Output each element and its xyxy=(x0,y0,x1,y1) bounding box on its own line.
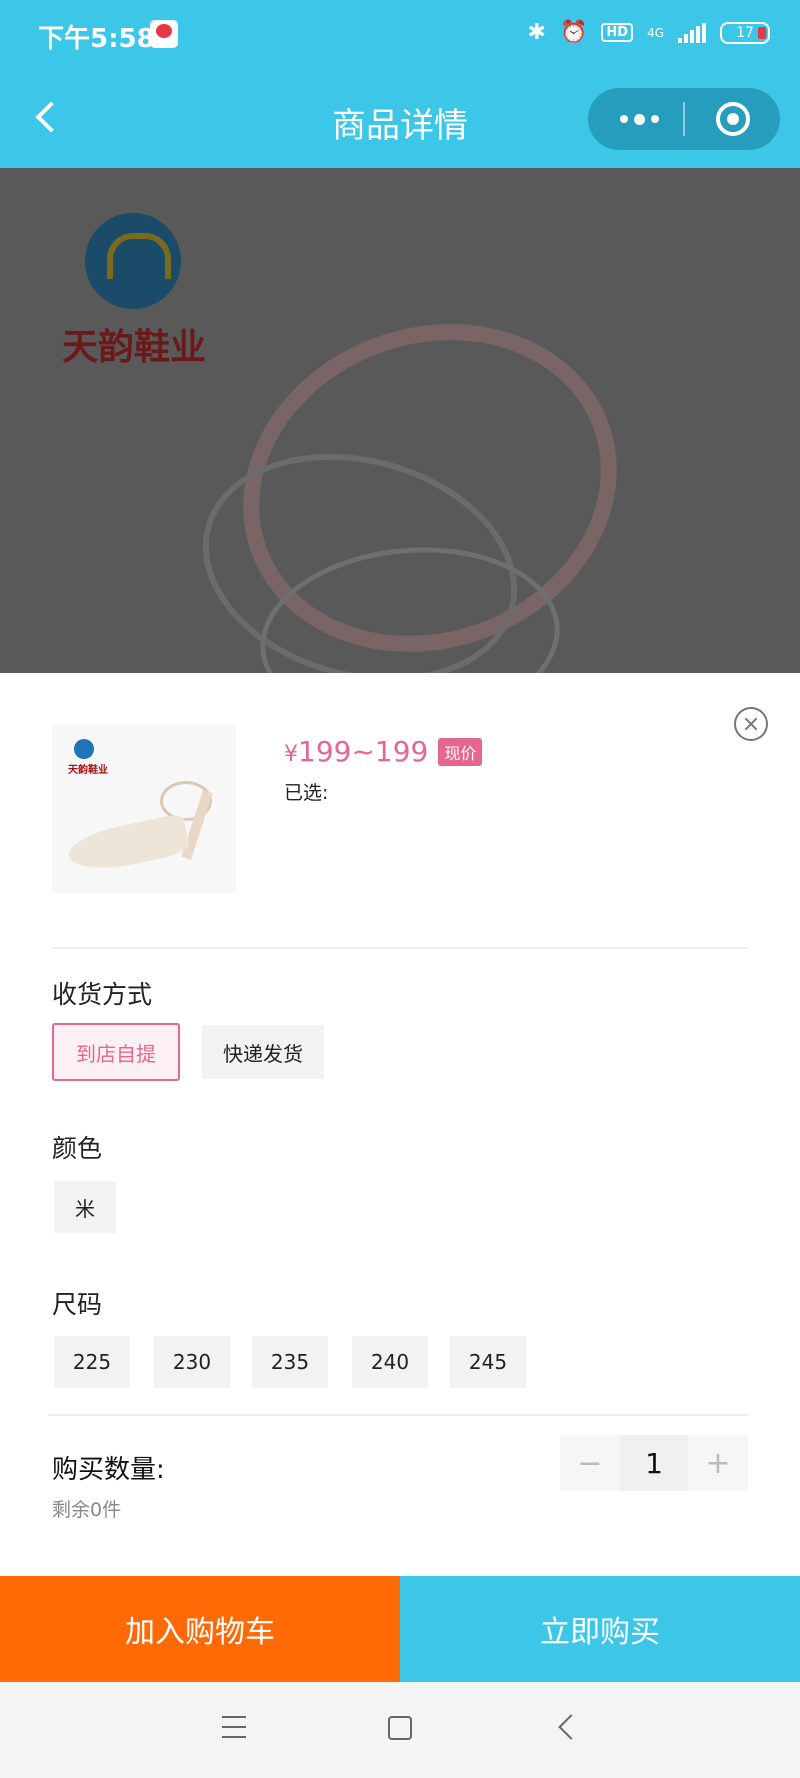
color-title: 颜色 xyxy=(52,1134,103,1163)
thumb-brand: 天韵鞋业 xyxy=(68,765,108,776)
alarm-icon: ⏰ xyxy=(559,20,588,45)
quantity-stepper: − 1 + xyxy=(560,1435,748,1491)
selected-label: 已选: xyxy=(284,782,329,804)
close-icon[interactable] xyxy=(734,707,768,741)
hd-icon: HD xyxy=(601,23,634,42)
home-icon[interactable] xyxy=(388,1716,412,1740)
brand-name: 天韵鞋业 xyxy=(62,326,207,368)
size-option[interactable]: 240 xyxy=(352,1336,428,1388)
price-range: 199~199 xyxy=(298,735,429,768)
more-icon[interactable] xyxy=(614,108,664,130)
battery-icon: 17 xyxy=(720,21,770,44)
bluetooth-icon: ✱ xyxy=(527,20,546,45)
network-type: 4G xyxy=(647,25,664,40)
product-image-overlay[interactable]: 天韵鞋业 xyxy=(0,168,800,673)
app-notification-icon xyxy=(150,20,178,48)
system-nav-bar xyxy=(0,1682,800,1778)
signal-icon xyxy=(678,22,706,43)
size-option[interactable]: 225 xyxy=(54,1336,130,1388)
delivery-option-pickup[interactable]: 到店自提 xyxy=(52,1023,180,1081)
price-tag: 现价 xyxy=(438,737,483,766)
status-bar: 下午5:58 ✱ ⏰ HD 4G 17 xyxy=(0,0,800,72)
status-icons: ✱ ⏰ HD 4G 17 xyxy=(528,20,770,45)
brand-logo xyxy=(74,739,94,759)
decrease-button[interactable]: − xyxy=(560,1435,620,1491)
color-option[interactable]: 米 xyxy=(54,1181,116,1233)
capsule-divider xyxy=(683,102,685,136)
delivery-option-express[interactable]: 快递发货 xyxy=(202,1025,324,1079)
mini-program-capsule xyxy=(588,88,780,150)
system-back-icon[interactable] xyxy=(558,1714,584,1740)
product-thumbnail: 天韵鞋业 xyxy=(52,725,236,893)
price: ¥199~199 现价 xyxy=(284,735,483,768)
nav-bar: 商品详情 xyxy=(0,72,800,168)
size-option[interactable]: 245 xyxy=(450,1336,526,1388)
size-title: 尺码 xyxy=(52,1290,103,1319)
close-mini-program-icon[interactable] xyxy=(716,102,750,136)
size-option[interactable]: 235 xyxy=(252,1336,328,1388)
quantity-value[interactable]: 1 xyxy=(620,1435,688,1491)
stock-remaining: 剩余0件 xyxy=(52,1499,122,1521)
sku-sheet: 天韵鞋业 ¥199~199 现价 已选: 收货方式 到店自提 快递发货 颜色 米… xyxy=(0,673,800,1576)
quantity-label: 购买数量: xyxy=(52,1455,165,1485)
menu-icon[interactable] xyxy=(222,1716,246,1738)
shoe-image xyxy=(65,812,191,878)
increase-button[interactable]: + xyxy=(688,1435,748,1491)
status-time: 下午5:58 xyxy=(38,24,155,54)
divider xyxy=(52,947,748,949)
buy-now-button[interactable]: 立即购买 xyxy=(400,1576,800,1682)
size-option[interactable]: 230 xyxy=(154,1336,230,1388)
delivery-title: 收货方式 xyxy=(52,980,153,1009)
brand-logo xyxy=(85,213,181,309)
add-to-cart-button[interactable]: 加入购物车 xyxy=(0,1576,400,1682)
divider xyxy=(48,1414,748,1416)
currency-symbol: ¥ xyxy=(284,742,298,767)
